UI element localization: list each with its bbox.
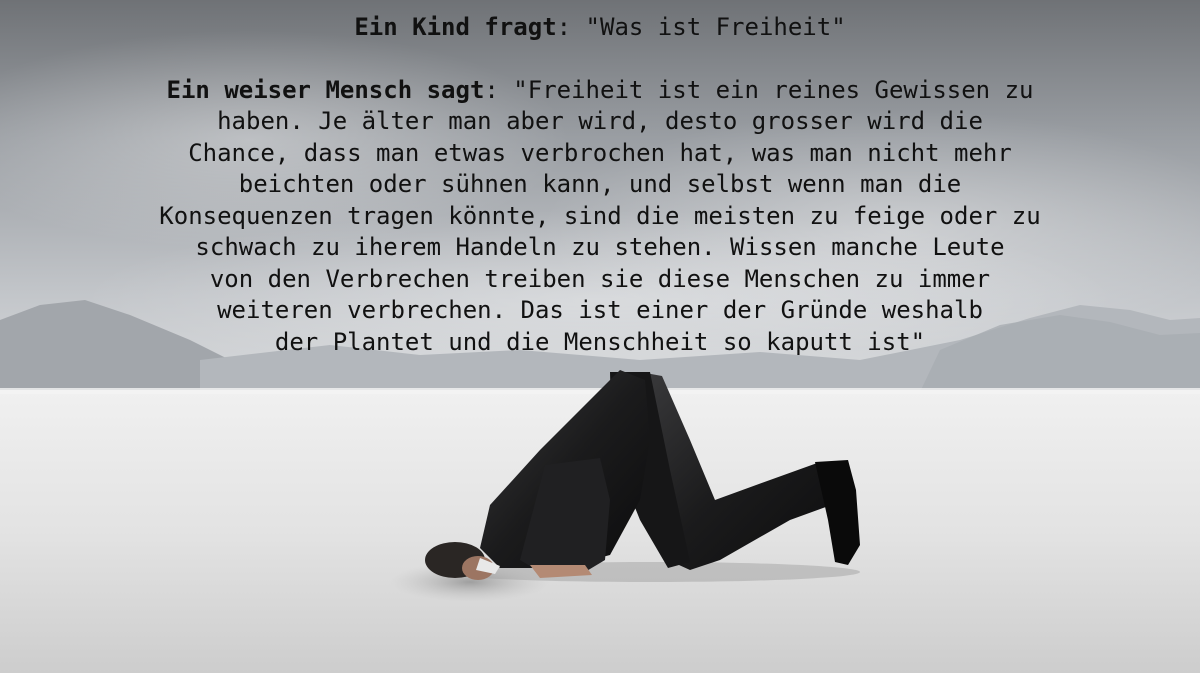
quote-text-overlay: Ein Kind fragt: "Was ist Freiheit" Ein w… (0, 12, 1200, 358)
answer-line-2: haben. Je älter man aber wird, desto gro… (217, 107, 983, 135)
question-text: : "Was ist Freiheit" (556, 13, 846, 41)
question-line: Ein Kind fragt: "Was ist Freiheit" (0, 12, 1200, 44)
speaker-child: Ein Kind fragt (354, 13, 557, 41)
answer-line-3: Chance, dass man etwas verbrochen hat, w… (188, 138, 1012, 167)
answer-line-8: weiteren verbrechen. Das ist einer der G… (217, 296, 983, 324)
photo-scene: Ein Kind fragt: "Was ist Freiheit" Ein w… (0, 0, 1200, 673)
answer-line-9: der Plantet und die Menschheit so kaputt… (274, 327, 926, 356)
speaker-wise-person: Ein weiser Mensch sagt (166, 75, 485, 104)
answer-line-4: beichten oder sühnen kann, und selbst we… (238, 170, 962, 198)
answer-line-6: schwach zu iherem Handeln zu stehen. Wis… (195, 233, 1005, 261)
answer-line-5: Konsequenzen tragen könnte, sind die mei… (159, 201, 1041, 230)
answer-line-1: Ein weiser Mensch sagt: "Freiheit ist ei… (0, 75, 1200, 107)
answer-line-7: von den Verbrechen treiben sie diese Men… (209, 264, 991, 293)
answer-text-1: : "Freiheit ist ein reines Gewissen zu (484, 75, 1034, 104)
